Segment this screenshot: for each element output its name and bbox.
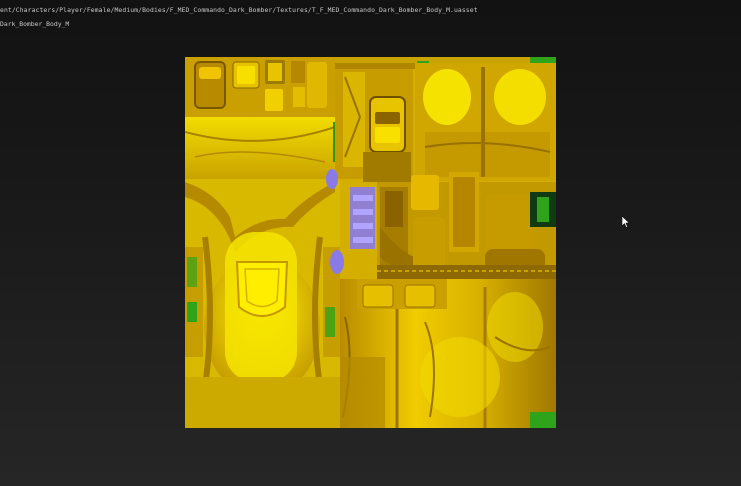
mouse-pointer-icon (622, 216, 630, 228)
asset-name: Dark_Bomber_Body_M (0, 20, 70, 28)
texture-image (185, 57, 556, 428)
texture-preview[interactable] (185, 57, 556, 428)
asset-path: ent/Characters/Player/Female/Medium/Bodi… (0, 6, 478, 14)
